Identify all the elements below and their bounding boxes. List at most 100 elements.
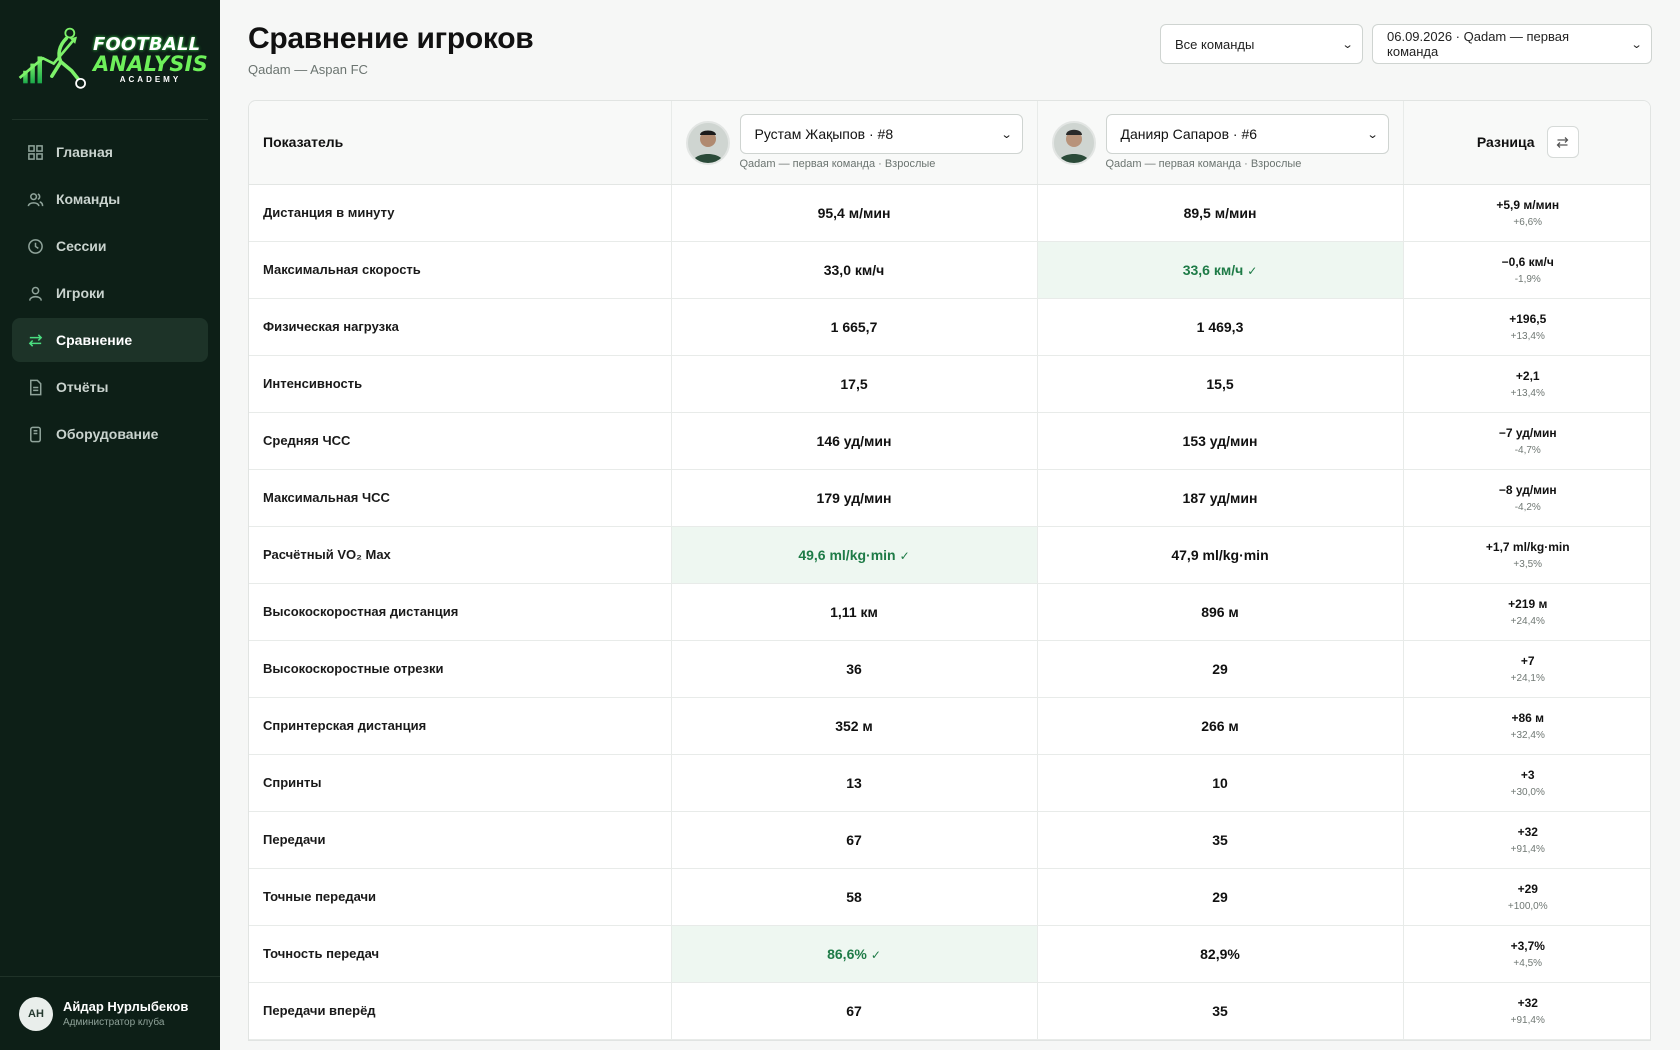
table-row: Спринтерская дистанция 352 м 266 м +86 м +32…: [249, 697, 1650, 755]
diff-absolute: +219 м: [1508, 596, 1548, 611]
diff-cell: +32 +91,4%: [1403, 811, 1650, 869]
diff-cell: +219 м +24,4%: [1403, 583, 1650, 641]
diff-percent: +32,4%: [1510, 729, 1545, 741]
diff-percent: +24,1%: [1510, 672, 1545, 684]
player2-value: 29: [1037, 868, 1404, 926]
diff-percent: -4,7%: [1514, 444, 1541, 456]
swap-players-button[interactable]: [1546, 126, 1579, 159]
grid-icon: [28, 144, 43, 160]
diff-absolute: +3: [1520, 767, 1535, 782]
app-logo[interactable]: FOOTBALL ANALYSIS ACADEMY: [12, 0, 208, 120]
player1-column-header: Рустам Жақыпов · #8 ⌄ Qadam — первая ком…: [671, 101, 1038, 185]
users-icon: [27, 192, 44, 206]
chevron-down-icon: ⌄: [1366, 128, 1379, 141]
swap-icon: [28, 333, 43, 347]
player1-select[interactable]: Рустам Жақыпов · #8 ⌄: [739, 114, 1023, 155]
table-row: Расчётный VO₂ Max 49,6 ml/kg·min ✓ 47,9 ml/…: [249, 526, 1650, 584]
diff-cell: −0,6 км/ч -1,9%: [1403, 241, 1650, 299]
team-select[interactable]: Все команды ⌄: [1160, 24, 1363, 64]
device-icon: [30, 426, 41, 442]
diff-percent: +13,4%: [1510, 330, 1545, 342]
sidebar-item-reports[interactable]: Отчёты: [12, 365, 208, 409]
diff-percent: +91,4%: [1510, 1014, 1545, 1026]
football-player-logo-icon: [18, 27, 86, 89]
page-title: Сравнение игроков: [248, 22, 534, 55]
table-row: Точные передачи 58 29 +29 +100,0%: [249, 868, 1650, 926]
player1-name: Рустам Жақыпов · #8: [754, 126, 894, 143]
diff-absolute: −0,6 км/ч: [1501, 254, 1554, 269]
player2-value: 10: [1037, 754, 1404, 812]
user-icon: [29, 286, 42, 301]
clock-icon: [28, 238, 43, 254]
sidebar-item-equipment[interactable]: Оборудование: [12, 412, 208, 456]
diff-percent: -4,2%: [1514, 501, 1541, 513]
check-icon: ✓: [870, 947, 881, 962]
diff-cell: +7 +24,1%: [1403, 640, 1650, 698]
diff-cell: +32 +91,4%: [1403, 982, 1650, 1040]
diff-cell: +29 +100,0%: [1403, 868, 1650, 926]
player1-value: 13: [671, 754, 1038, 812]
player1-value: 146 уд/мин: [671, 412, 1038, 470]
player2-value: 896 м: [1037, 583, 1404, 641]
table-row: Интенсивность 17,5 15,5 +2,1 +13,4%: [249, 355, 1650, 413]
diff-cell: +5,9 м/мин +6,6%: [1403, 184, 1650, 242]
metric-name: Максимальная ЧСС: [249, 469, 672, 527]
diff-cell: +3,7% +4,5%: [1403, 925, 1650, 983]
metric-name: Физическая нагрузка: [249, 298, 672, 356]
metric-name: Максимальная скорость: [249, 241, 672, 299]
metric-column-header: Показатель: [249, 101, 672, 185]
logo-line1: FOOTBALL: [92, 33, 201, 55]
session-select[interactable]: 06.09.2026 · Qadam — первая команда ⌄: [1372, 24, 1652, 64]
user-name: Айдар Нурлыбеков: [63, 999, 189, 1014]
table-row: Спринты 13 10 +3 +30,0%: [249, 754, 1650, 812]
sidebar-item-teams[interactable]: Команды: [12, 177, 208, 221]
logo-line3: ACADEMY: [119, 74, 182, 84]
table-row: Дистанция в минуту 95,4 м/мин 89,5 м/мин +5…: [249, 184, 1650, 242]
player1-value: 36: [671, 640, 1038, 698]
diff-absolute: +196,5: [1509, 311, 1547, 326]
table-row: Точность передач 86,6% ✓ 82,9% +3,7% +4,5%: [249, 925, 1650, 983]
sidebar-item-label: Главная: [56, 144, 113, 160]
sidebar-item-sessions[interactable]: Сессии: [12, 224, 208, 268]
user-profile[interactable]: АН Айдар Нурлыбеков Администратор клуба: [0, 976, 220, 1050]
document-icon: [30, 379, 42, 395]
player2-value: 82,9%: [1037, 925, 1404, 983]
main-content: Сравнение игроков Qadam — Aspan FC Все к…: [220, 0, 1680, 1050]
player1-value: 352 м: [671, 697, 1038, 755]
player1-value: 67: [671, 982, 1038, 1040]
player2-value: 35: [1037, 982, 1404, 1040]
page-header: Сравнение игроков Qadam — Aspan FC Все к…: [248, 0, 1652, 100]
player1-value: 95,4 м/мин: [671, 184, 1038, 242]
sidebar-item-compare[interactable]: Сравнение: [12, 318, 208, 362]
player2-value: 47,9 ml/kg·min: [1037, 526, 1404, 584]
player2-name: Данияр Сапаров · #6: [1120, 126, 1258, 143]
avatar: АН: [19, 996, 53, 1031]
logo-line2: ANALYSIS: [92, 51, 208, 76]
chevron-down-icon: ⌄: [1341, 38, 1354, 51]
sidebar-item-label: Отчёты: [56, 379, 109, 395]
player1-value: 58: [671, 868, 1038, 926]
table-row: Максимальная ЧСС 179 уд/мин 187 уд/мин −8 у…: [249, 469, 1650, 527]
player2-value: 187 уд/мин: [1037, 469, 1404, 527]
sidebar-item-label: Сравнение: [56, 332, 133, 348]
metric-name: Точные передачи: [249, 868, 672, 926]
metric-name: Дистанция в минуту: [249, 184, 672, 242]
player1-value: 33,0 км/ч: [671, 241, 1038, 299]
diff-absolute: +7: [1520, 653, 1535, 668]
diff-absolute: +5,9 м/мин: [1496, 197, 1560, 212]
diff-absolute: −7 уд/мин: [1498, 425, 1557, 440]
sidebar-item-label: Игроки: [56, 285, 105, 301]
sidebar: FOOTBALL ANALYSIS ACADEMY Главная Команд…: [0, 0, 220, 1050]
player2-select[interactable]: Данияр Сапаров · #6 ⌄: [1105, 114, 1389, 155]
sidebar-item-players[interactable]: Игроки: [12, 271, 208, 315]
player2-value: 89,5 м/мин: [1037, 184, 1404, 242]
table-row: Передачи 67 35 +32 +91,4%: [249, 811, 1650, 869]
metric-name: Спринтерская дистанция: [249, 697, 672, 755]
player1-value: 179 уд/мин: [671, 469, 1038, 527]
table-row: Средняя ЧСС 146 уд/мин 153 уд/мин −7 уд/мин…: [249, 412, 1650, 470]
sidebar-item-home[interactable]: Главная: [12, 130, 208, 174]
player2-value: 266 м: [1037, 697, 1404, 755]
metric-name: Передачи вперёд: [249, 982, 672, 1040]
check-icon: ✓: [899, 548, 910, 563]
player2-value: 15,5: [1037, 355, 1404, 413]
